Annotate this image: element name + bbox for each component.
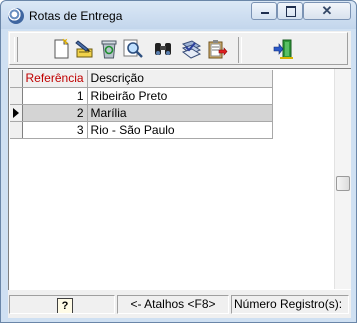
header-indicator-cell [10,70,23,88]
cell-descricao[interactable]: Rio - São Paulo [87,121,273,139]
help-button[interactable]: ? [57,298,73,313]
window-title: Rotas de Entrega [29,9,123,23]
cell-referencia[interactable]: 3 [22,121,88,139]
search-icon [123,39,143,58]
minimize-icon [261,12,269,14]
table-row[interactable]: 1 Ribeirão Preto [10,87,273,105]
vertical-scrollbar[interactable] [334,69,351,289]
export-button[interactable] [206,38,228,60]
report-button[interactable] [180,38,202,60]
close-icon: ✕ [321,3,333,18]
cell-referencia[interactable]: 2 [22,104,88,122]
find-button[interactable] [152,38,174,60]
exit-button[interactable] [272,38,294,60]
grid-table: Referência Descrição 1 Ribeirão Preto 2 … [10,70,273,139]
status-bar: ? <- Atalhos <F8> Número Registro(s): [8,294,351,316]
row-indicator[interactable] [10,87,23,105]
binoculars-icon [155,43,171,55]
table-row[interactable]: 3 Rio - São Paulo [10,121,273,139]
search-button[interactable] [122,38,144,60]
scrollbar-thumb[interactable] [336,176,350,191]
document-check-icon [181,40,202,59]
column-header-descricao[interactable]: Descrição [87,70,273,88]
exit-door-icon [273,39,293,59]
shortcuts-panel[interactable]: <- Atalhos <F8> [117,295,229,314]
delete-button[interactable] [98,38,120,60]
new-button[interactable] [50,38,72,60]
current-row-pointer-icon [13,107,19,118]
minimize-button[interactable] [251,2,277,20]
row-indicator[interactable] [10,104,23,122]
close-button[interactable]: ✕ [303,2,351,20]
maximize-icon [286,6,296,17]
cell-descricao[interactable]: Marília [87,104,273,122]
cell-descricao[interactable]: Ribeirão Preto [87,87,273,105]
data-grid: Referência Descrição 1 Ribeirão Preto 2 … [8,68,351,290]
grid-header-row: Referência Descrição [10,70,273,88]
title-bar[interactable]: Rotas de Entrega ✕ [1,1,356,29]
status-panel-help: ? [9,295,115,314]
toolbar-separator [238,37,242,63]
maximize-button[interactable] [277,2,303,20]
toolbar [9,32,348,65]
recycle-icon [101,40,117,59]
cell-referencia[interactable]: 1 [22,87,88,105]
clipboard-export-icon [208,40,228,59]
record-count-panel: Número Registro(s): [231,295,349,314]
edit-button[interactable] [74,38,96,60]
table-row-selected[interactable]: 2 Marília [10,104,273,122]
app-icon[interactable] [8,8,24,24]
window: Rotas de Entrega ✕ Referência Descrição … [0,0,357,323]
row-indicator[interactable] [10,121,23,139]
edit-icon [75,40,93,58]
client-area: Referência Descrição 1 Ribeirão Preto 2 … [8,31,351,318]
column-header-referencia[interactable]: Referência [22,70,88,88]
toolbar-grip[interactable] [14,37,18,62]
new-icon [54,38,69,59]
